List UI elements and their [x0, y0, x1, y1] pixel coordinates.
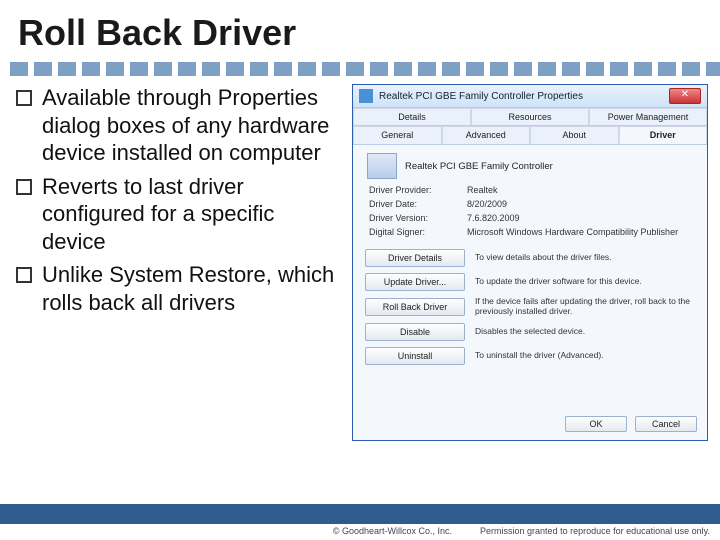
slide-title: Roll Back Driver: [0, 0, 720, 56]
bullet-icon: [16, 267, 32, 283]
tab-advanced[interactable]: Advanced: [442, 126, 531, 144]
button-row: Roll Back Driver If the device fails aft…: [365, 297, 695, 317]
roll-back-driver-desc: If the device fails after updating the d…: [475, 297, 695, 317]
bullet-list: Available through Properties dialog boxe…: [12, 84, 342, 441]
device-icon: [367, 153, 397, 179]
properties-dialog: Realtek PCI GBE Family Controller Proper…: [352, 84, 708, 441]
copyright-text: © Goodheart-Willcox Co., Inc.: [333, 526, 452, 536]
bullet-item: Unlike System Restore, which rolls back …: [12, 261, 342, 316]
label-provider: Driver Provider:: [369, 185, 461, 195]
button-row: Disable Disables the selected device.: [365, 323, 695, 341]
close-button[interactable]: ✕: [669, 88, 701, 104]
disable-button[interactable]: Disable: [365, 323, 465, 341]
roll-back-driver-button[interactable]: Roll Back Driver: [365, 298, 465, 316]
tab-resources[interactable]: Resources: [471, 108, 589, 125]
tab-about[interactable]: About: [530, 126, 619, 144]
bullet-icon: [16, 179, 32, 195]
bullet-icon: [16, 90, 32, 106]
footer-bar: [0, 504, 720, 524]
cancel-button[interactable]: Cancel: [635, 416, 697, 432]
tab-row-2: General Advanced About Driver: [353, 126, 707, 145]
dialog-footer: OK Cancel: [565, 416, 697, 432]
label-version: Driver Version:: [369, 213, 461, 223]
tab-row-1: Details Resources Power Management: [353, 108, 707, 126]
permission-text: Permission granted to reproduce for educ…: [480, 526, 710, 536]
driver-details-button[interactable]: Driver Details: [365, 249, 465, 267]
update-driver-desc: To update the driver software for this d…: [475, 277, 695, 287]
tab-details[interactable]: Details: [353, 108, 471, 125]
bullet-text: Unlike System Restore, which rolls back …: [42, 261, 342, 316]
device-header: Realtek PCI GBE Family Controller: [353, 145, 707, 185]
tab-general[interactable]: General: [353, 126, 442, 144]
decorative-rule: [10, 62, 720, 76]
footer-credits: © Goodheart-Willcox Co., Inc. Permission…: [0, 524, 720, 536]
uninstall-desc: To uninstall the driver (Advanced).: [475, 351, 695, 361]
driver-details-desc: To view details about the driver files.: [475, 253, 695, 263]
button-row: Uninstall To uninstall the driver (Advan…: [365, 347, 695, 365]
uninstall-button[interactable]: Uninstall: [365, 347, 465, 365]
bullet-text: Available through Properties dialog boxe…: [42, 84, 342, 167]
slide-footer: © Goodheart-Willcox Co., Inc. Permission…: [0, 504, 720, 540]
label-date: Driver Date:: [369, 199, 461, 209]
driver-info-grid: Driver Provider: Realtek Driver Date: 8/…: [353, 185, 707, 243]
app-icon: [359, 89, 373, 103]
button-row: Update Driver... To update the driver so…: [365, 273, 695, 291]
label-signer: Digital Signer:: [369, 227, 461, 237]
slide: Roll Back Driver Available through Prope…: [0, 0, 720, 540]
update-driver-button[interactable]: Update Driver...: [365, 273, 465, 291]
value-version: 7.6.820.2009: [467, 213, 691, 223]
slide-body: Available through Properties dialog boxe…: [0, 84, 720, 441]
bullet-text: Reverts to last driver configured for a …: [42, 173, 342, 256]
tab-power-management[interactable]: Power Management: [589, 108, 707, 125]
bullet-item: Reverts to last driver configured for a …: [12, 173, 342, 256]
value-date: 8/20/2009: [467, 199, 691, 209]
ok-button[interactable]: OK: [565, 416, 627, 432]
button-row: Driver Details To view details about the…: [365, 249, 695, 267]
bullet-item: Available through Properties dialog boxe…: [12, 84, 342, 167]
tab-driver[interactable]: Driver: [619, 126, 708, 144]
driver-buttons: Driver Details To view details about the…: [353, 249, 707, 365]
dialog-titlebar: Realtek PCI GBE Family Controller Proper…: [353, 85, 707, 108]
device-name: Realtek PCI GBE Family Controller: [405, 161, 553, 172]
value-signer: Microsoft Windows Hardware Compatibility…: [467, 227, 691, 237]
value-provider: Realtek: [467, 185, 691, 195]
dialog-title: Realtek PCI GBE Family Controller Proper…: [379, 91, 583, 102]
disable-desc: Disables the selected device.: [475, 327, 695, 337]
